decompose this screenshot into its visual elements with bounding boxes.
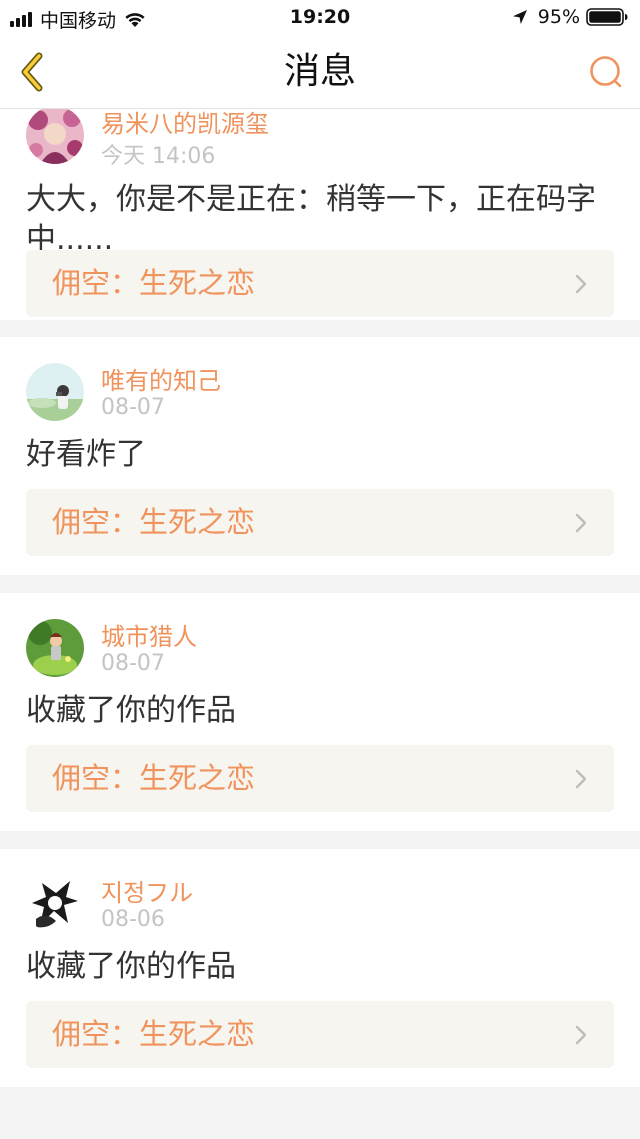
- work-link[interactable]: 佣空：生死之恋: [26, 745, 614, 812]
- user-name[interactable]: 城市猎人: [101, 617, 197, 652]
- avatar[interactable]: [26, 875, 84, 933]
- message-card[interactable]: 지정フル 08-06 收藏了你的作品 佣空：生死之恋: [0, 849, 640, 1087]
- status-right: 95%: [512, 6, 628, 28]
- work-link[interactable]: 佣空：生死之恋: [26, 1001, 614, 1068]
- page-title: 消息: [283, 51, 356, 92]
- avatar-image: [26, 619, 84, 677]
- message-list-viewport[interactable]: 易米八的凯源玺 今天 14:06 大大，你是不是正在：稍等一下，正在码字中...…: [0, 109, 640, 1139]
- avatar-image: [26, 875, 84, 933]
- avatar[interactable]: [26, 619, 84, 677]
- message-card[interactable]: 唯有的知己 08-07 好看炸了 佣空：生死之恋: [0, 337, 640, 575]
- chevron-right-icon: [575, 1025, 587, 1045]
- work-title: 佣空：生死之恋: [52, 266, 256, 300]
- message-time: 今天 14:06: [101, 144, 216, 169]
- user-name[interactable]: 지정フル: [101, 873, 193, 908]
- search-button[interactable]: [586, 52, 626, 92]
- message-time: 08-07: [101, 651, 165, 676]
- work-title: 佣空：生死之恋: [52, 505, 256, 539]
- message-time: 08-07: [101, 395, 165, 420]
- nav-bar: 消息: [0, 36, 640, 109]
- work-title: 佣空：生死之恋: [52, 761, 256, 795]
- chevron-right-icon: [575, 513, 587, 533]
- chevron-right-icon: [575, 769, 587, 789]
- work-title: 佣空：生死之恋: [52, 1017, 256, 1051]
- message-text: 收藏了你的作品: [26, 693, 236, 728]
- message-list: 易米八的凯源玺 今天 14:06 大大，你是不是正在：稍等一下，正在码字中...…: [0, 109, 640, 1105]
- work-link[interactable]: 佣空：生死之恋: [26, 489, 614, 556]
- avatar-image: [26, 363, 84, 421]
- avatar[interactable]: [26, 109, 84, 164]
- status-bar: 中国移动 19:20 95%: [0, 0, 640, 36]
- search-icon: [590, 56, 622, 88]
- avatar[interactable]: [26, 363, 84, 421]
- battery-icon: [586, 8, 628, 26]
- message-card[interactable]: 城市猎人 08-07 收藏了你的作品 佣空：生死之恋: [0, 593, 640, 831]
- user-name[interactable]: 唯有的知己: [101, 361, 221, 396]
- message-text: 好看炸了: [26, 437, 146, 472]
- message-time: 08-06: [101, 907, 165, 932]
- avatar-image: [26, 109, 84, 164]
- message-text: 大大，你是不是正在：稍等一下，正在码字中......: [26, 182, 596, 257]
- message-text: 收藏了你的作品: [26, 949, 236, 984]
- location-arrow-icon: [512, 10, 527, 24]
- chevron-right-icon: [575, 274, 587, 294]
- work-link[interactable]: 佣空：生死之恋: [26, 250, 614, 317]
- battery-percent: 95%: [537, 6, 580, 28]
- message-card[interactable]: 易米八的凯源玺 今天 14:06 大大，你是不是正在：稍等一下，正在码字中...…: [0, 109, 640, 320]
- user-name[interactable]: 易米八的凯源玺: [101, 109, 269, 139]
